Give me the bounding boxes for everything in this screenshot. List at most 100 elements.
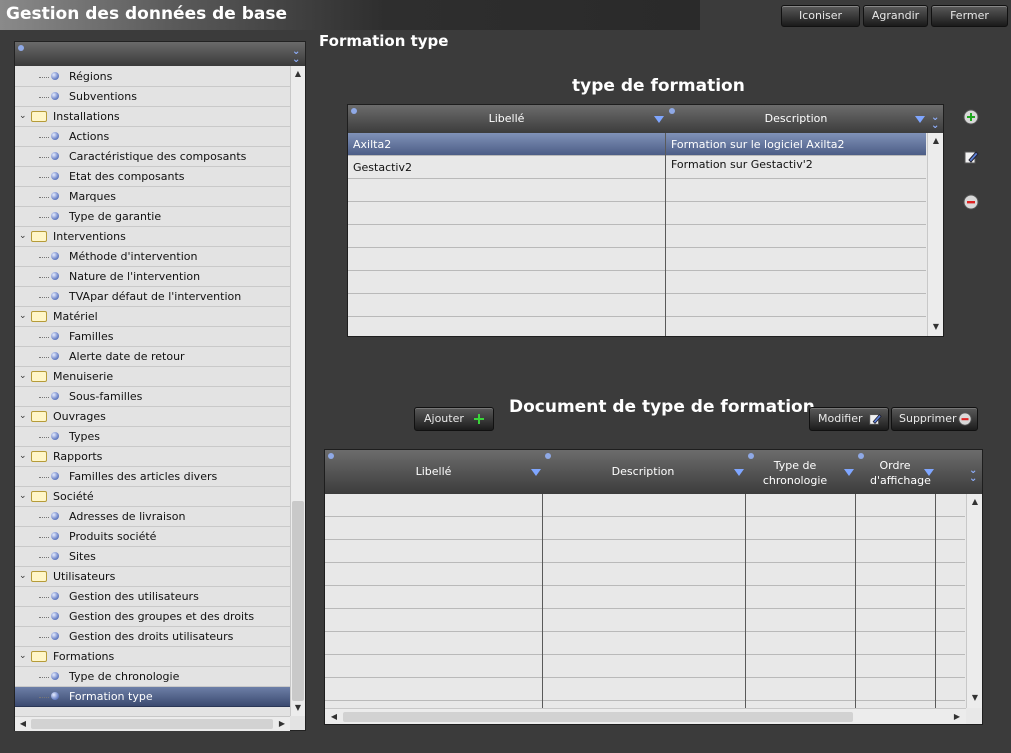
pin-icon[interactable]: [748, 453, 754, 459]
tree-folder-label: Formations: [53, 650, 115, 663]
scroll-up-icon[interactable]: ▲: [292, 68, 304, 80]
modify-document-button[interactable]: Modifier: [809, 407, 889, 431]
tree-folder[interactable]: ⌄ Ouvrages: [15, 407, 290, 427]
scroll-left-icon[interactable]: ◀: [17, 718, 29, 730]
expand-icon[interactable]: ⌄: [19, 492, 28, 501]
tree-item-label: Méthode d'intervention: [69, 250, 198, 263]
folder-icon: [31, 311, 47, 322]
folder-icon: [31, 451, 47, 462]
tree-folder[interactable]: ⌄ Société: [15, 487, 290, 507]
pin-icon[interactable]: [858, 453, 864, 459]
maximize-button[interactable]: Agrandir: [863, 5, 928, 27]
expand-icon[interactable]: ⌄: [19, 372, 28, 381]
scroll-up-icon[interactable]: ▲: [930, 135, 942, 147]
type-grid-scrollbar[interactable]: ▲ ▼: [927, 133, 943, 336]
expand-icon[interactable]: ⌄: [19, 112, 28, 121]
filter-icon[interactable]: [924, 469, 934, 476]
scroll-down-icon[interactable]: ▼: [930, 321, 942, 333]
folder-icon: [31, 231, 47, 242]
tree-item[interactable]: Gestion des groupes et des droits: [15, 607, 290, 627]
tree-folder[interactable]: ⌄ Menuiserie: [15, 367, 290, 387]
tree-folder-label: Société: [53, 490, 94, 503]
expand-icon[interactable]: ⌄: [19, 452, 28, 461]
empty-row: [348, 179, 926, 202]
tree-item-label: Nature de l'intervention: [69, 270, 201, 283]
scroll-left-icon[interactable]: ◀: [328, 711, 340, 723]
scroll-right-icon[interactable]: ▶: [951, 711, 963, 723]
tree-item-label: Sous-familles: [69, 390, 143, 403]
pin-icon[interactable]: [18, 45, 24, 51]
bullet-icon: [51, 552, 59, 560]
filter-icon[interactable]: [531, 469, 541, 476]
tree-item[interactable]: Gestion des utilisateurs: [15, 587, 290, 607]
tree-item[interactable]: Méthode d'intervention: [15, 247, 290, 267]
tree-connector: [39, 517, 49, 519]
tree-vertical-scrollbar[interactable]: ▲ ▼: [290, 66, 305, 716]
column-header-libelle[interactable]: Libellé: [325, 450, 542, 494]
tree-item[interactable]: Marques: [15, 187, 290, 207]
filter-icon[interactable]: [915, 116, 925, 123]
filter-icon[interactable]: [734, 469, 744, 476]
filter-icon[interactable]: [654, 116, 664, 123]
scroll-right-icon[interactable]: ▶: [276, 718, 288, 730]
expand-icon[interactable]: ⌄: [19, 412, 28, 421]
iconize-button[interactable]: Iconiser: [781, 5, 860, 27]
delete-document-button[interactable]: Supprimer: [891, 407, 978, 431]
document-hscroll-thumb[interactable]: [343, 712, 853, 722]
tree-folder[interactable]: ⌄ Matériel: [15, 307, 290, 327]
tree-item[interactable]: Sous-familles: [15, 387, 290, 407]
scroll-up-icon[interactable]: ▲: [969, 496, 981, 508]
filter-icon[interactable]: [844, 469, 854, 476]
tree-item[interactable]: Types: [15, 427, 290, 447]
document-grid-hscroll[interactable]: ◀ ▶: [325, 708, 966, 724]
expand-icon[interactable]: ⌄: [19, 232, 28, 241]
tree-item[interactable]: Actions: [15, 127, 290, 147]
tree-hscroll-thumb[interactable]: [31, 719, 273, 729]
tree-item[interactable]: Familles des articles divers: [15, 467, 290, 487]
add-icon[interactable]: [963, 109, 979, 125]
tree-item[interactable]: Nature de l'intervention: [15, 267, 290, 287]
bullet-icon: [51, 392, 59, 400]
collapse-icon[interactable]: ⌄ ⌄: [969, 466, 977, 484]
tree-item[interactable]: Sites: [15, 547, 290, 567]
column-header-libelle[interactable]: Libellé: [348, 105, 665, 133]
tree-item[interactable]: Type de garantie: [15, 207, 290, 227]
tree-folder[interactable]: ⌄ Rapports: [15, 447, 290, 467]
tree-folder[interactable]: ⌄ Formations: [15, 647, 290, 667]
column-header-type-chronologie[interactable]: Type de chronologie: [757, 458, 833, 488]
tree-horizontal-scrollbar[interactable]: ◀ ▶: [15, 716, 290, 731]
scroll-down-icon[interactable]: ▼: [292, 702, 304, 714]
tree-item[interactable]: Produits société: [15, 527, 290, 547]
tree-folder[interactable]: ⌄ Installations: [15, 107, 290, 127]
tree-scroll-thumb[interactable]: [292, 501, 304, 701]
tree-item[interactable]: Familles: [15, 327, 290, 347]
add-document-button[interactable]: Ajouter: [414, 407, 494, 431]
expand-icon[interactable]: ⌄: [19, 312, 28, 321]
tree-item[interactable]: Régions: [15, 67, 290, 87]
table-row[interactable]: Axilta2 Formation sur le logiciel Axilta2: [348, 133, 926, 156]
column-header-description[interactable]: Description: [666, 105, 926, 133]
tree-item[interactable]: Subventions: [15, 87, 290, 107]
table-row[interactable]: Gestactiv2 Formation sur Gestactiv'2: [348, 156, 926, 179]
tree-item[interactable]: Formation type: [15, 687, 290, 707]
tree-folder[interactable]: ⌄ Interventions: [15, 227, 290, 247]
tree-item[interactable]: Etat des composants: [15, 167, 290, 187]
close-button[interactable]: Fermer: [931, 5, 1008, 27]
expand-icon[interactable]: ⌄: [19, 652, 28, 661]
tree-item[interactable]: Caractéristique des composants: [15, 147, 290, 167]
tree-folder[interactable]: ⌄ Utilisateurs: [15, 567, 290, 587]
delete-icon[interactable]: [963, 194, 979, 210]
document-grid-vscroll[interactable]: ▲ ▼: [966, 494, 982, 708]
tree-item[interactable]: TVApar défaut de l'intervention: [15, 287, 290, 307]
column-header-description[interactable]: Description: [543, 450, 743, 494]
column-header-ordre-affichage[interactable]: Ordre d'affichage: [870, 458, 931, 488]
tree-item[interactable]: Alerte date de retour: [15, 347, 290, 367]
tree-item[interactable]: Type de chronologie: [15, 667, 290, 687]
expand-icon[interactable]: ⌄: [19, 572, 28, 581]
edit-icon[interactable]: [963, 149, 979, 165]
tree-item[interactable]: Adresses de livraison: [15, 507, 290, 527]
collapse-icon[interactable]: ⌄ ⌄: [931, 113, 939, 131]
scroll-down-icon[interactable]: ▼: [969, 692, 981, 704]
collapse-icon[interactable]: ⌄ ⌄: [292, 47, 300, 65]
tree-item[interactable]: Gestion des droits utilisateurs: [15, 627, 290, 647]
